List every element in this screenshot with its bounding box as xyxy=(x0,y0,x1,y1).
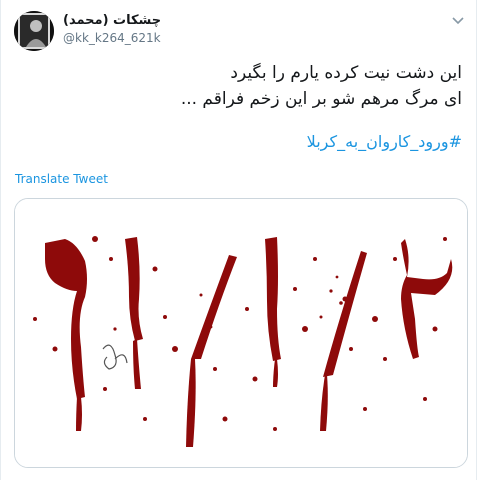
hashtag-link[interactable]: #ورود_کاروان_به_کربلا xyxy=(307,132,462,151)
user-handle[interactable]: @kk_k264_621k xyxy=(63,31,161,45)
display-name[interactable]: چشکات (محمد) xyxy=(63,13,161,28)
tweet-line-2: ای مرگ مرهم شو بر این زخم فراقم ... xyxy=(180,89,462,109)
avatar[interactable] xyxy=(14,11,54,51)
tweet-line-1: این دشت نیت کرده یارم را بگیرد xyxy=(230,63,462,83)
tweet-text: این دشت نیت کرده یارم را بگیرد ای مرگ مر… xyxy=(22,60,462,112)
chevron-down-icon[interactable] xyxy=(450,12,466,28)
tweet-media-image[interactable] xyxy=(14,198,468,468)
translate-tweet-link[interactable]: Translate Tweet xyxy=(15,172,108,186)
